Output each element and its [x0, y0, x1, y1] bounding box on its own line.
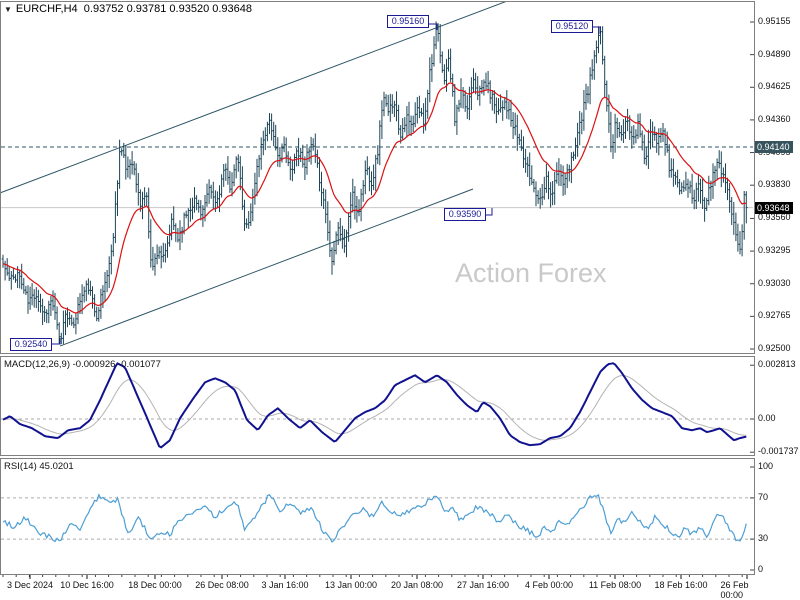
chart-title-bar: ▼ EURCHF,H4 0.93752 0.93781 0.93520 0.936… — [4, 3, 252, 15]
axis-label-0: 0 — [758, 564, 764, 574]
axis-label-0.94625: 0.94625 — [758, 81, 791, 92]
macd-line — [2, 362, 747, 449]
time-label: 26 Feb 00:00 — [720, 580, 749, 600]
macd-name: MACD(12,26,9) — [4, 359, 70, 370]
macd-indicator-label: MACD(12,26,9) -0.000926 -0.001077 — [4, 359, 161, 370]
axis-label-70: 70 — [758, 491, 769, 502]
axis-label-0.002813: 0.002813 — [758, 359, 796, 370]
price-flag-0.93590[interactable]: 0.93590 — [444, 208, 486, 222]
time-label: 4 Feb 00:00 — [524, 580, 574, 590]
axis-label-0.93560: 0.93560 — [758, 212, 791, 223]
rsi-plot-area[interactable] — [1, 493, 753, 543]
axis-label-0.92500: 0.92500 — [758, 342, 791, 353]
pane-frame-main — [0, 1, 755, 354]
time-label: 13 Jan 00:00 — [324, 580, 378, 590]
chart-canvas[interactable] — [0, 0, 800, 600]
time-label: 27 Jan 16:00 — [456, 580, 510, 590]
macd-value-signal: -0.001077 — [118, 359, 161, 370]
rsi-indicator-label: RSI(14) 45.0201 — [4, 461, 74, 472]
rsi-value: 45.0201 — [39, 461, 74, 472]
axis-label-0.92765: 0.92765 — [758, 310, 791, 321]
rsi-line — [2, 493, 747, 543]
rsi-name: RSI(14) — [4, 461, 37, 472]
price-flag-0.95160[interactable]: 0.95160 — [387, 14, 429, 28]
main-chart-plot-area[interactable] — [0, 0, 753, 347]
time-label: 20 Jan 08:00 — [390, 580, 444, 590]
axis-label--0.001737: -0.001737 — [758, 446, 799, 457]
axis-label-0.94360: 0.94360 — [758, 113, 791, 124]
time-label: 10 Dec 16:00 — [60, 580, 114, 590]
trendline-channel-support[interactable] — [59, 188, 474, 347]
price-flag-0.92540[interactable]: 0.92540 — [10, 337, 52, 351]
symbol-dropdown-icon[interactable]: ▼ — [4, 5, 12, 14]
symbol-timeframe-label: EURCHF,H4 — [15, 3, 78, 15]
trendline-channel-upper[interactable] — [0, 0, 510, 194]
axis-label-100: 100 — [758, 461, 774, 471]
time-label: 26 Dec 08:00 — [195, 580, 249, 590]
time-label: 3 Jan 16:00 — [261, 580, 309, 590]
axis-label-0.00: 0.00 — [758, 413, 776, 423]
price-flag-0.95120[interactable]: 0.95120 — [551, 19, 593, 33]
time-label: 3 Dec 2024 — [6, 580, 54, 590]
pane-frame-rsi — [0, 458, 755, 575]
price-axis-boxed-label-0.93648: 0.93648 — [755, 201, 793, 214]
axis-label-0.94890: 0.94890 — [758, 48, 791, 59]
time-label: 18 Feb 16:00 — [654, 580, 708, 590]
axis-label-0.93295: 0.93295 — [758, 245, 791, 256]
time-label: 18 Dec 00:00 — [128, 580, 182, 590]
axis-label-0.93830: 0.93830 — [758, 179, 791, 190]
axis-label-0.95155: 0.95155 — [758, 16, 791, 26]
time-label: 11 Feb 08:00 — [588, 580, 642, 590]
axis-label-30: 30 — [758, 533, 769, 544]
ohlc-bars — [1, 21, 748, 345]
axis-label-0.93030: 0.93030 — [758, 277, 791, 288]
macd-value-main: -0.000926 — [72, 359, 116, 370]
mt-chart-window: Action Forex ▼ EURCHF,H4 0.93752 0.93781 … — [0, 0, 800, 600]
price-axis-boxed-label-0.94140: 0.94140 — [755, 141, 793, 153]
ma-line — [2, 82, 747, 314]
macd-plot-area[interactable] — [1, 362, 753, 449]
ohlc-readout: 0.93752 0.93781 0.93520 0.93648 — [83, 3, 252, 15]
